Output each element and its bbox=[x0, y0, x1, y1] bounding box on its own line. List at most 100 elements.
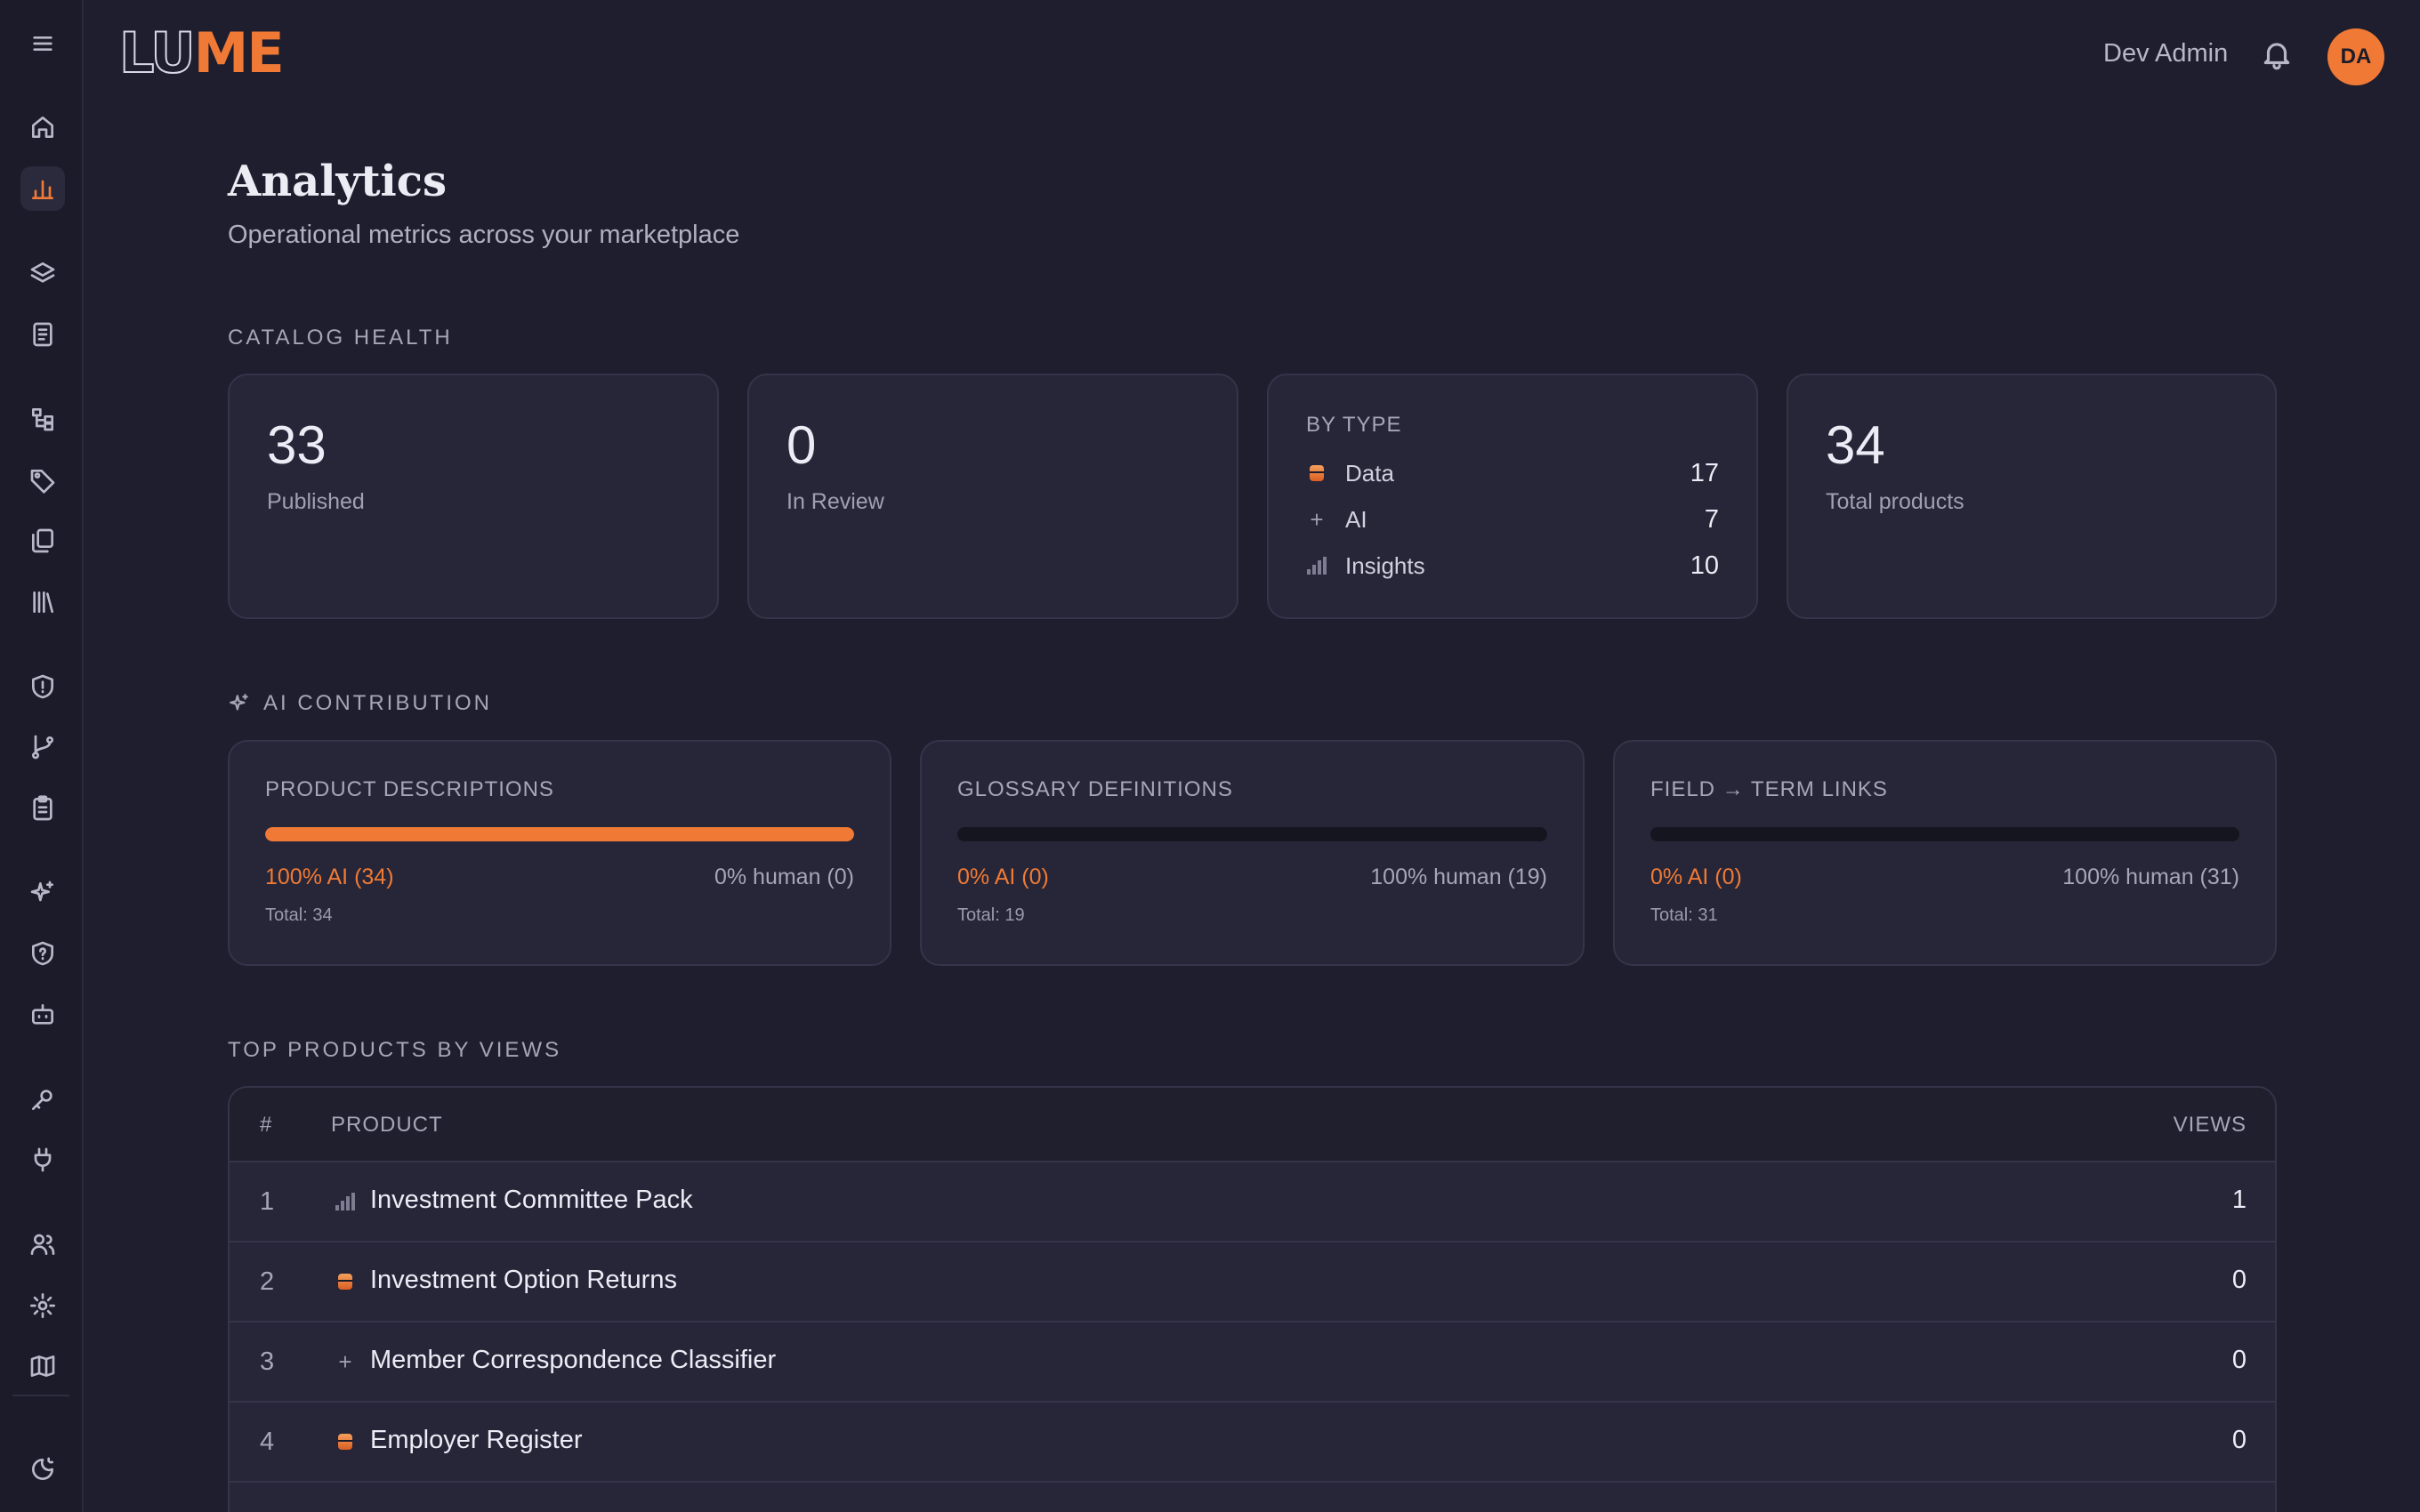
home-icon[interactable] bbox=[20, 105, 65, 149]
human-percentage: 100% human (19) bbox=[1370, 865, 1547, 889]
logo-text-accent: ME bbox=[193, 20, 285, 85]
type-label: Insights bbox=[1345, 551, 1425, 579]
top-products-heading: TOP PRODUCTS BY VIEWS bbox=[228, 1038, 562, 1062]
view-count: 0 bbox=[2231, 1346, 2247, 1374]
catalog-health-heading: CATALOG HEALTH bbox=[228, 326, 453, 350]
contribution-total: Total: 34 bbox=[265, 905, 333, 925]
ai-contribution-heading: AI CONTRIBUTION bbox=[228, 691, 492, 716]
total-products-card: 34 Total products bbox=[1787, 374, 2277, 619]
human-percentage: 0% human (0) bbox=[714, 865, 854, 889]
ai-percentage: 0% AI (0) bbox=[1650, 865, 1742, 889]
library-icon[interactable] bbox=[20, 580, 65, 624]
row-rank: 1 bbox=[260, 1187, 275, 1216]
product-descriptions-card: PRODUCT DESCRIPTIONS 100% AI (34) 0% hum… bbox=[228, 740, 891, 966]
published-stat-card: 33 Published bbox=[228, 374, 719, 619]
progress-fill bbox=[265, 827, 854, 841]
insights-icon bbox=[335, 1191, 356, 1212]
contribution-title: FIELD → TERM LINKS bbox=[1650, 777, 1888, 801]
by-type-card: BY TYPE Data 17 + AI 7 Insights 10 bbox=[1267, 374, 1758, 619]
ai-percentage: 0% AI (0) bbox=[957, 865, 1049, 889]
sidebar-divider bbox=[12, 1395, 69, 1396]
type-row-insights: Insights 10 bbox=[1306, 548, 1719, 583]
clipboard-icon[interactable] bbox=[20, 786, 65, 831]
logo-text-primary: LU bbox=[118, 20, 197, 85]
key-icon[interactable] bbox=[20, 1077, 65, 1122]
type-row-data: Data 17 bbox=[1306, 455, 1719, 491]
notification-bell-icon[interactable] bbox=[2260, 37, 2294, 71]
total-products-label: Total products bbox=[1826, 489, 1964, 514]
glossary-definitions-card: GLOSSARY DEFINITIONS 0% AI (0) 100% huma… bbox=[920, 740, 1585, 966]
rank-column-header: # bbox=[260, 1113, 273, 1137]
brand-logo[interactable]: LU ME bbox=[118, 20, 285, 85]
table-row[interactable] bbox=[230, 1483, 2275, 1512]
bot-icon[interactable] bbox=[20, 993, 65, 1037]
row-rank: 3 bbox=[260, 1347, 275, 1376]
contribution-total: Total: 19 bbox=[957, 905, 1025, 925]
sidebar bbox=[0, 0, 84, 1512]
product-column-header[interactable]: PRODUCT bbox=[331, 1113, 443, 1138]
ai-icon: + bbox=[338, 1348, 352, 1375]
shield-alert-icon[interactable] bbox=[20, 664, 65, 709]
row-rank: 2 bbox=[260, 1267, 275, 1296]
insights-icon bbox=[1306, 555, 1327, 576]
sparkles-icon[interactable] bbox=[20, 871, 65, 915]
data-icon bbox=[1306, 462, 1327, 484]
page-subtitle: Operational metrics across your marketpl… bbox=[228, 221, 740, 249]
data-icon bbox=[335, 1271, 356, 1292]
layers-icon[interactable] bbox=[20, 251, 65, 295]
table-row[interactable]: 1 Investment Committee Pack 1 bbox=[230, 1162, 2275, 1243]
row-rank: 4 bbox=[260, 1428, 275, 1456]
ai-contribution-label: AI CONTRIBUTION bbox=[263, 691, 493, 715]
product-name[interactable]: Member Correspondence Classifier bbox=[370, 1346, 776, 1375]
ai-icon: + bbox=[1310, 506, 1324, 533]
product-name[interactable]: Investment Option Returns bbox=[370, 1266, 677, 1295]
field-term-links-card: FIELD → TERM LINKS 0% AI (0) 100% human … bbox=[1613, 740, 2277, 966]
by-type-title: BY TYPE bbox=[1306, 413, 1402, 437]
in-review-count: 0 bbox=[786, 415, 817, 475]
views-column-header[interactable]: VIEWS bbox=[2174, 1113, 2247, 1138]
type-label: AI bbox=[1345, 505, 1367, 533]
contribution-progress-bar bbox=[1650, 827, 2239, 841]
type-count: 10 bbox=[1690, 551, 1719, 580]
user-avatar[interactable]: DA bbox=[2327, 28, 2384, 85]
type-count: 7 bbox=[1704, 504, 1719, 534]
plug-icon[interactable] bbox=[20, 1138, 65, 1182]
user-name[interactable]: Dev Admin bbox=[2103, 39, 2228, 68]
type-count: 17 bbox=[1690, 458, 1719, 487]
theme-toggle-icon[interactable] bbox=[20, 1447, 65, 1492]
published-count: 33 bbox=[267, 415, 327, 475]
git-branch-icon[interactable] bbox=[20, 725, 65, 769]
table-row[interactable]: 4 Employer Register 0 bbox=[230, 1403, 2275, 1483]
published-label: Published bbox=[267, 489, 365, 514]
map-icon[interactable] bbox=[20, 1344, 65, 1388]
users-icon[interactable] bbox=[20, 1222, 65, 1267]
data-icon bbox=[335, 1431, 356, 1452]
shield-question-icon[interactable] bbox=[20, 931, 65, 976]
table-header: # PRODUCT VIEWS bbox=[230, 1088, 2275, 1162]
contribution-title: GLOSSARY DEFINITIONS bbox=[957, 777, 1233, 801]
contribution-progress-bar bbox=[265, 827, 854, 841]
ai-percentage: 100% AI (34) bbox=[265, 865, 394, 889]
contribution-total: Total: 31 bbox=[1650, 905, 1718, 925]
menu-icon[interactable] bbox=[20, 21, 65, 66]
table-row[interactable]: 2 Investment Option Returns 0 bbox=[230, 1243, 2275, 1323]
document-icon[interactable] bbox=[20, 312, 65, 357]
table-row[interactable]: 3 + Member Correspondence Classifier 0 bbox=[230, 1323, 2275, 1403]
view-count: 1 bbox=[2231, 1186, 2247, 1214]
contribution-title: PRODUCT DESCRIPTIONS bbox=[265, 777, 554, 801]
product-name[interactable]: Investment Committee Pack bbox=[370, 1186, 693, 1215]
settings-icon[interactable] bbox=[20, 1283, 65, 1328]
type-label: Data bbox=[1345, 459, 1394, 487]
total-products-count: 34 bbox=[1826, 415, 1885, 475]
tag-icon[interactable] bbox=[20, 458, 65, 503]
human-percentage: 100% human (31) bbox=[2062, 865, 2239, 889]
type-row-ai: + AI 7 bbox=[1306, 502, 1719, 537]
contribution-progress-bar bbox=[957, 827, 1547, 841]
view-count: 0 bbox=[2231, 1426, 2247, 1454]
hierarchy-icon[interactable] bbox=[20, 397, 65, 441]
analytics-icon[interactable] bbox=[20, 166, 65, 211]
view-count: 0 bbox=[2231, 1266, 2247, 1294]
copy-icon[interactable] bbox=[20, 519, 65, 563]
in-review-stat-card: 0 In Review bbox=[747, 374, 1238, 619]
product-name[interactable]: Employer Register bbox=[370, 1426, 583, 1455]
